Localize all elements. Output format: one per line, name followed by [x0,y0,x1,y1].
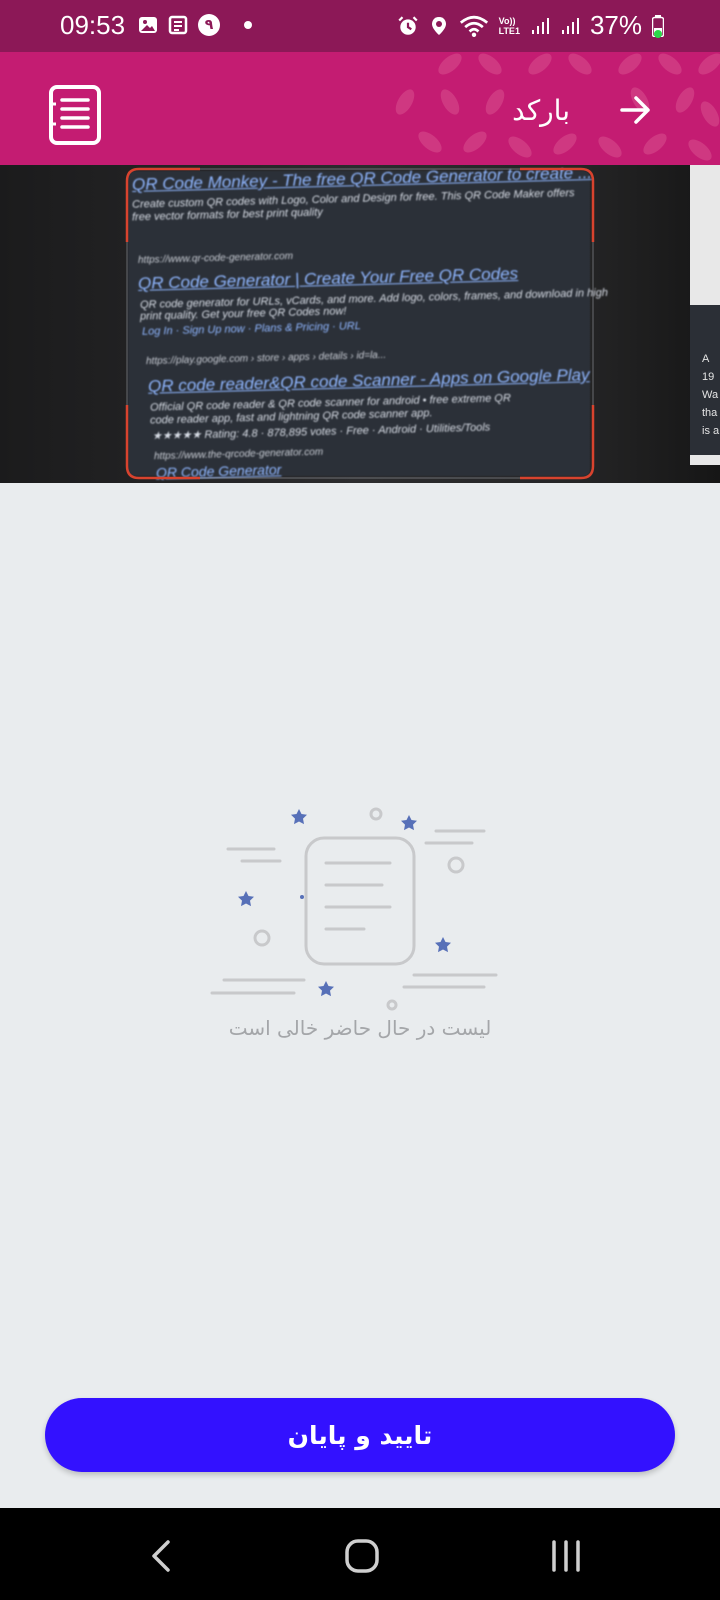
status-notification-icons: ۹ [138,14,252,36]
location-icon [431,16,446,35]
arrow-right-icon[interactable] [618,92,654,128]
side-text: tha [702,407,718,419]
signal-sim2-icon [561,17,579,34]
scan-frame [125,167,595,480]
gallery-icon [139,17,157,33]
side-text: is a [702,425,720,437]
news-icon [168,15,188,35]
nav-home-icon[interactable] [342,1538,382,1574]
nav-recents-icon[interactable] [546,1538,586,1574]
app-header: بارکد [0,52,720,165]
side-text: A [702,353,710,365]
more-notifications-dot [244,21,252,29]
status-bar: 09:53 ۹ Vo)) LTE1 37% [0,0,720,52]
empty-list-illustration-icon [210,807,498,1011]
network-label-bottom: LTE1 [498,25,520,36]
battery-percent: 37% [589,10,642,40]
network-type-label: Vo)) LTE1 [499,16,520,36]
signal-sim1-icon [531,17,549,34]
camera-preview[interactable]: QR Code Monkey - The free QR Code Genera… [0,165,720,483]
battery-status-dot [654,30,662,38]
page-title: بارکد [512,94,570,127]
empty-list-message: لیست در حال حاضر خالی است [228,1016,492,1040]
network-label-top: Vo)) [498,15,516,26]
notification-badge: ۹ [198,14,220,36]
system-navigation-bar [0,1508,720,1600]
status-system-icons: Vo)) LTE1 37% [397,10,664,41]
side-text: 19 [702,371,715,383]
alarm-icon [398,15,418,35]
status-time: 09:53 [60,10,126,40]
document-list-icon[interactable] [48,84,102,146]
side-text: Wa [702,389,719,401]
wifi-icon [459,15,488,37]
nav-back-icon[interactable] [142,1538,182,1574]
confirm-and-finish-button[interactable]: تایید و پایان [45,1398,675,1472]
